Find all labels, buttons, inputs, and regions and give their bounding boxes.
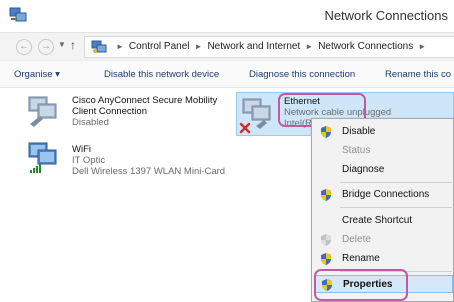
rename-connection-button[interactable]: Rename this co bbox=[385, 69, 451, 80]
navigation-bar: ← → ▼ ↑ ► Control Panel ► Network and Inter… bbox=[0, 32, 454, 60]
breadcrumb-network-and-internet[interactable]: Network and Internet bbox=[207, 41, 300, 52]
menu-item-create-shortcut[interactable]: Create Shortcut bbox=[312, 212, 454, 230]
title-bar: Network Connections bbox=[0, 0, 454, 32]
wireless-adapter-icon bbox=[28, 142, 57, 173]
connection-wifi[interactable]: WiFi IT Optic Dell Wireless 1397 WLAN Mi… bbox=[0, 140, 236, 184]
error-x-icon bbox=[239, 122, 251, 134]
menu-item-bridge-connections[interactable]: Bridge Connections bbox=[312, 186, 454, 204]
connection-status: Disabled bbox=[72, 117, 109, 128]
breadcrumb: ► Control Panel ► Network and Internet ► Netw… bbox=[111, 41, 431, 52]
network-connections-icon bbox=[9, 7, 27, 22]
command-bar: Organise ▾ Disable this network device D… bbox=[0, 60, 454, 88]
control-panel-icon bbox=[91, 40, 107, 53]
address-bar[interactable]: ► Control Panel ► Network and Internet ► Netw… bbox=[84, 36, 454, 58]
disable-device-button[interactable]: Disable this network device bbox=[104, 69, 219, 80]
menu-item-status: Status bbox=[312, 142, 454, 160]
connection-name: WiFi bbox=[72, 144, 91, 155]
window-title: Network Connections bbox=[324, 8, 448, 23]
connections-list: Cisco AnyConnect Secure Mobility Client … bbox=[0, 88, 454, 302]
uac-shield-icon bbox=[321, 234, 331, 246]
connection-cisco-anyconnect[interactable]: Cisco AnyConnect Secure Mobility Client … bbox=[0, 88, 236, 138]
connection-device: Dell Wireless 1397 WLAN Mini-Card bbox=[72, 166, 226, 177]
menu-item-label: Status bbox=[342, 145, 371, 156]
menu-item-label: Diagnose bbox=[342, 164, 385, 175]
diagnose-connection-button[interactable]: Diagnose this connection bbox=[249, 69, 355, 80]
back-arrow-icon[interactable]: ← bbox=[16, 39, 32, 55]
menu-item-label: Rename bbox=[342, 253, 380, 264]
menu-item-label: Bridge Connections bbox=[342, 189, 430, 200]
breadcrumb-separator: ► bbox=[116, 42, 124, 51]
menu-item-diagnose[interactable]: Diagnose bbox=[312, 161, 454, 179]
menu-separator bbox=[340, 207, 452, 208]
annotation-circle-properties bbox=[314, 269, 408, 301]
menu-item-label: Delete bbox=[342, 234, 371, 245]
breadcrumb-separator[interactable]: ► bbox=[305, 42, 313, 51]
menu-separator bbox=[340, 182, 452, 183]
breadcrumb-separator[interactable]: ► bbox=[195, 42, 203, 51]
menu-item-label: Disable bbox=[342, 126, 376, 137]
connection-name-line2: Client Connection bbox=[72, 106, 147, 117]
organise-button[interactable]: Organise ▾ bbox=[14, 69, 60, 80]
network-adapter-icon bbox=[28, 96, 57, 127]
uac-shield-icon bbox=[321, 189, 331, 201]
up-arrow-icon[interactable]: ↑ bbox=[70, 38, 76, 52]
menu-item-label: Create Shortcut bbox=[342, 215, 413, 226]
menu-item-delete: Delete bbox=[312, 231, 454, 249]
uac-shield-icon bbox=[321, 253, 331, 265]
connection-name-line1: Cisco AnyConnect Secure Mobility bbox=[72, 95, 218, 106]
breadcrumb-separator[interactable]: ► bbox=[418, 42, 426, 51]
recent-locations-chevron-icon[interactable]: ▼ bbox=[58, 40, 66, 49]
connection-status: IT Optic bbox=[72, 155, 106, 166]
breadcrumb-network-connections[interactable]: Network Connections bbox=[318, 41, 413, 52]
menu-item-rename[interactable]: Rename bbox=[312, 250, 454, 268]
menu-item-disable[interactable]: Disable bbox=[312, 123, 454, 141]
forward-arrow-icon[interactable]: → bbox=[38, 39, 54, 55]
breadcrumb-control-panel[interactable]: Control Panel bbox=[129, 41, 190, 52]
uac-shield-icon bbox=[321, 126, 331, 138]
